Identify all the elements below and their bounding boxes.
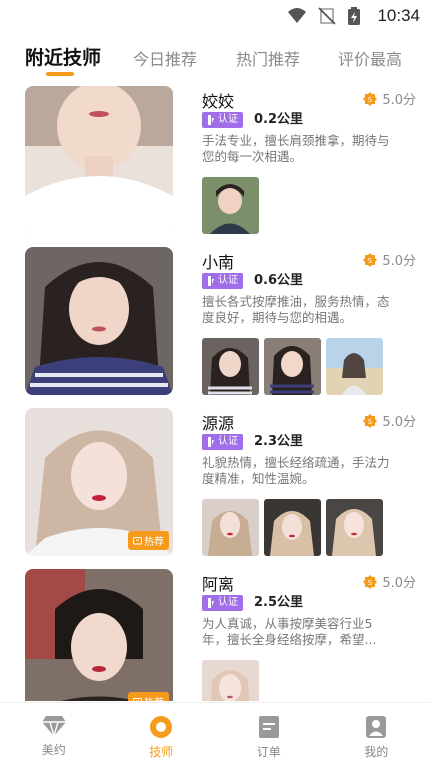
- photo-gallery: [202, 177, 259, 234]
- certified-icon: [208, 437, 214, 447]
- hot-label: 热荐: [144, 694, 164, 701]
- photo-gallery: [202, 338, 383, 395]
- bottom-navigation: 美约 技师 订单 我的: [0, 702, 430, 764]
- gallery-photo[interactable]: [202, 660, 259, 701]
- certified-icon: [208, 276, 214, 286]
- tab-nearby[interactable]: 附近技师: [25, 43, 101, 70]
- nav-profile[interactable]: 我的: [323, 703, 430, 764]
- certified-label: 认证: [218, 436, 238, 447]
- gallery-photo[interactable]: [264, 499, 321, 556]
- rating-badge-icon: S: [363, 252, 378, 267]
- nav-orders[interactable]: 订单: [215, 703, 323, 764]
- technician-name: 源源: [202, 414, 235, 433]
- rating-value: 5.0分: [382, 93, 416, 108]
- hot-icon: [133, 698, 142, 701]
- nav-label: 我的: [364, 745, 389, 759]
- technician-card[interactable]: 热荐 阿离 S 5.0分 认证 2.5公里 为人真诚，从事按摩美容行业5年，擅长…: [0, 569, 430, 701]
- gallery-photo[interactable]: [202, 177, 259, 234]
- technician-card[interactable]: 小南 S 5.0分 认证 0.6公里 擅长各式按摩推油，服务热情，态度良好，期待…: [0, 247, 430, 408]
- hot-badge: 热荐: [128, 692, 169, 701]
- hot-badge: 热荐: [128, 531, 169, 550]
- circle-icon: [150, 716, 173, 738]
- technician-list[interactable]: 姣姣 S 5.0分 认证 0.2公里 手法专业，擅长肩颈推拿，期待与您的每一次相…: [0, 86, 430, 701]
- tab-today-recommend[interactable]: 今日推荐: [133, 46, 197, 70]
- distance: 0.2公里: [254, 112, 304, 127]
- technician-avatar[interactable]: 热荐: [25, 408, 173, 556]
- certified-badge: 认证: [202, 434, 243, 450]
- technician-avatar[interactable]: [25, 247, 173, 395]
- gallery-photo[interactable]: [264, 338, 321, 395]
- active-tab-indicator: [46, 72, 74, 76]
- nav-label: 订单: [256, 745, 281, 759]
- technician-description: 为人真诚，从事按摩美容行业5年，擅长全身经络按摩，希望...: [202, 616, 377, 647]
- tab-top-rated[interactable]: 评价最高: [338, 46, 402, 70]
- rating: S 5.0分: [363, 250, 416, 269]
- technician-description: 擅长各式按摩推油，服务热情，态度良好，期待与您的相遇。: [202, 294, 390, 325]
- rating-badge-icon: S: [363, 91, 378, 106]
- gallery-photo[interactable]: [202, 499, 259, 556]
- certified-label: 认证: [218, 114, 238, 125]
- person-icon: [366, 716, 387, 738]
- rating-badge-icon: S: [363, 574, 378, 589]
- rating: S 5.0分: [363, 89, 416, 108]
- distance: 2.3公里: [254, 434, 304, 449]
- nav-technician[interactable]: 技师: [108, 703, 216, 764]
- rating: S 5.0分: [363, 411, 416, 430]
- rating: S 5.0分: [363, 572, 416, 591]
- svg-text:S: S: [368, 579, 373, 587]
- battery-charging-icon: [347, 6, 367, 26]
- status-time: 10:34: [377, 6, 420, 25]
- certified-icon: [208, 115, 214, 125]
- status-bar: 10:34: [0, 0, 430, 32]
- hot-icon: [133, 537, 142, 545]
- distance: 0.6公里: [254, 273, 304, 288]
- rating-badge-icon: S: [363, 413, 378, 428]
- gallery-photo[interactable]: [326, 338, 383, 395]
- technician-card[interactable]: 热荐 源源 S 5.0分 认证 2.3公里 礼貌热情，擅长经络疏通，手法力度精准…: [0, 408, 430, 569]
- certified-badge: 认证: [202, 112, 243, 128]
- technician-name: 姣姣: [202, 92, 235, 111]
- certified-badge: 认证: [202, 595, 243, 611]
- technician-name: 小南: [202, 253, 235, 272]
- certified-label: 认证: [218, 275, 238, 286]
- certified-badge: 认证: [202, 273, 243, 289]
- no-signal-icon: [317, 6, 337, 26]
- diamond-icon: [41, 716, 66, 737]
- svg-text:S: S: [368, 257, 373, 265]
- wifi-icon: [287, 6, 307, 26]
- gallery-photo[interactable]: [326, 499, 383, 556]
- rating-value: 5.0分: [382, 415, 416, 430]
- certified-icon: [208, 598, 214, 608]
- hot-label: 热荐: [144, 537, 164, 548]
- technician-name: 阿离: [202, 575, 235, 594]
- gallery-photo[interactable]: [202, 338, 259, 395]
- distance: 2.5公里: [254, 595, 304, 610]
- rating-value: 5.0分: [382, 254, 416, 269]
- certified-label: 认证: [218, 597, 238, 608]
- rating-value: 5.0分: [382, 576, 416, 591]
- photo-gallery: [202, 660, 259, 701]
- nav-meiyue[interactable]: 美约: [0, 703, 108, 764]
- category-tabs: 附近技师 今日推荐 热门推荐 评价最高: [0, 40, 430, 80]
- technician-avatar[interactable]: [25, 86, 173, 234]
- nav-label: 技师: [149, 745, 174, 759]
- photo-gallery: [202, 499, 383, 556]
- technician-description: 手法专业，擅长肩颈推拿，期待与您的每一次相遇。: [202, 133, 390, 164]
- technician-card[interactable]: 姣姣 S 5.0分 认证 0.2公里 手法专业，擅长肩颈推拿，期待与您的每一次相…: [0, 86, 430, 247]
- svg-text:S: S: [368, 96, 373, 104]
- nav-label: 美约: [41, 743, 66, 757]
- tab-hot-recommend[interactable]: 热门推荐: [236, 46, 300, 70]
- technician-description: 礼貌热情，擅长经络疏通，手法力度精准，知性温婉。: [202, 455, 390, 486]
- svg-text:S: S: [368, 418, 373, 426]
- technician-avatar[interactable]: 热荐: [25, 569, 173, 701]
- document-icon: [258, 716, 279, 738]
